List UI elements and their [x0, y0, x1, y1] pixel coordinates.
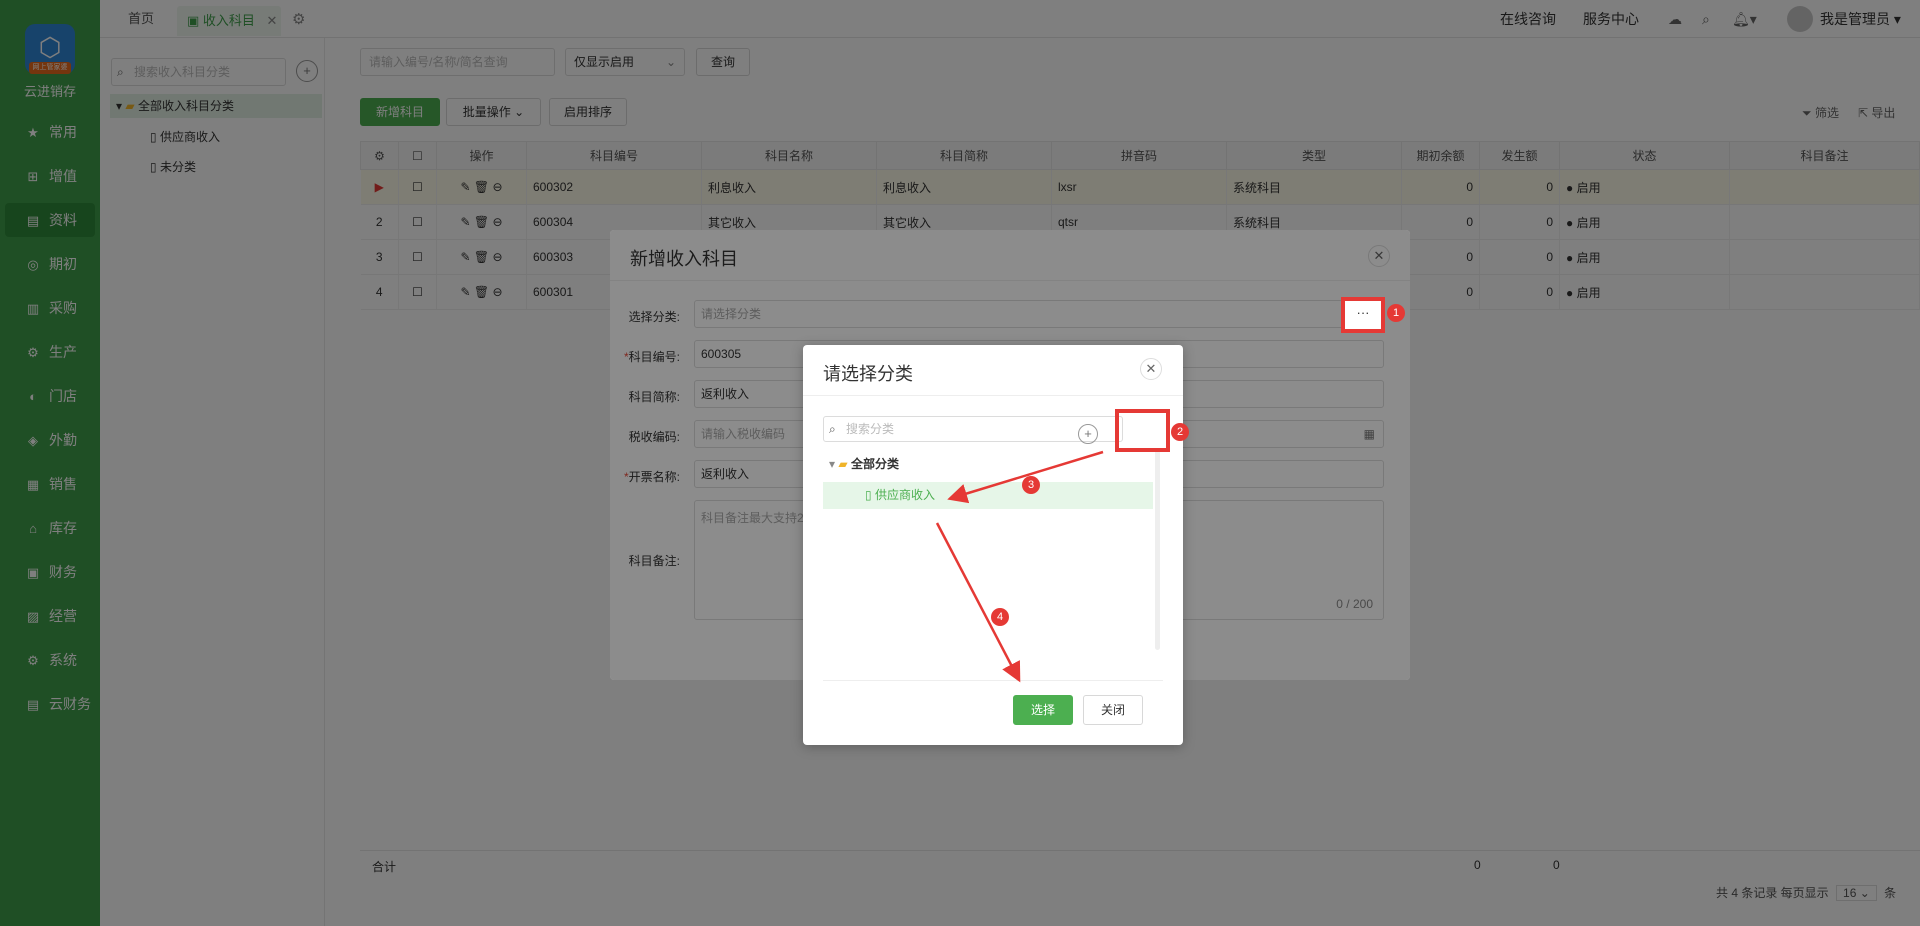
annotation-arrows: [935, 450, 1104, 683]
arrow-4: [935, 522, 1021, 683]
arrow-3: [947, 450, 1104, 504]
